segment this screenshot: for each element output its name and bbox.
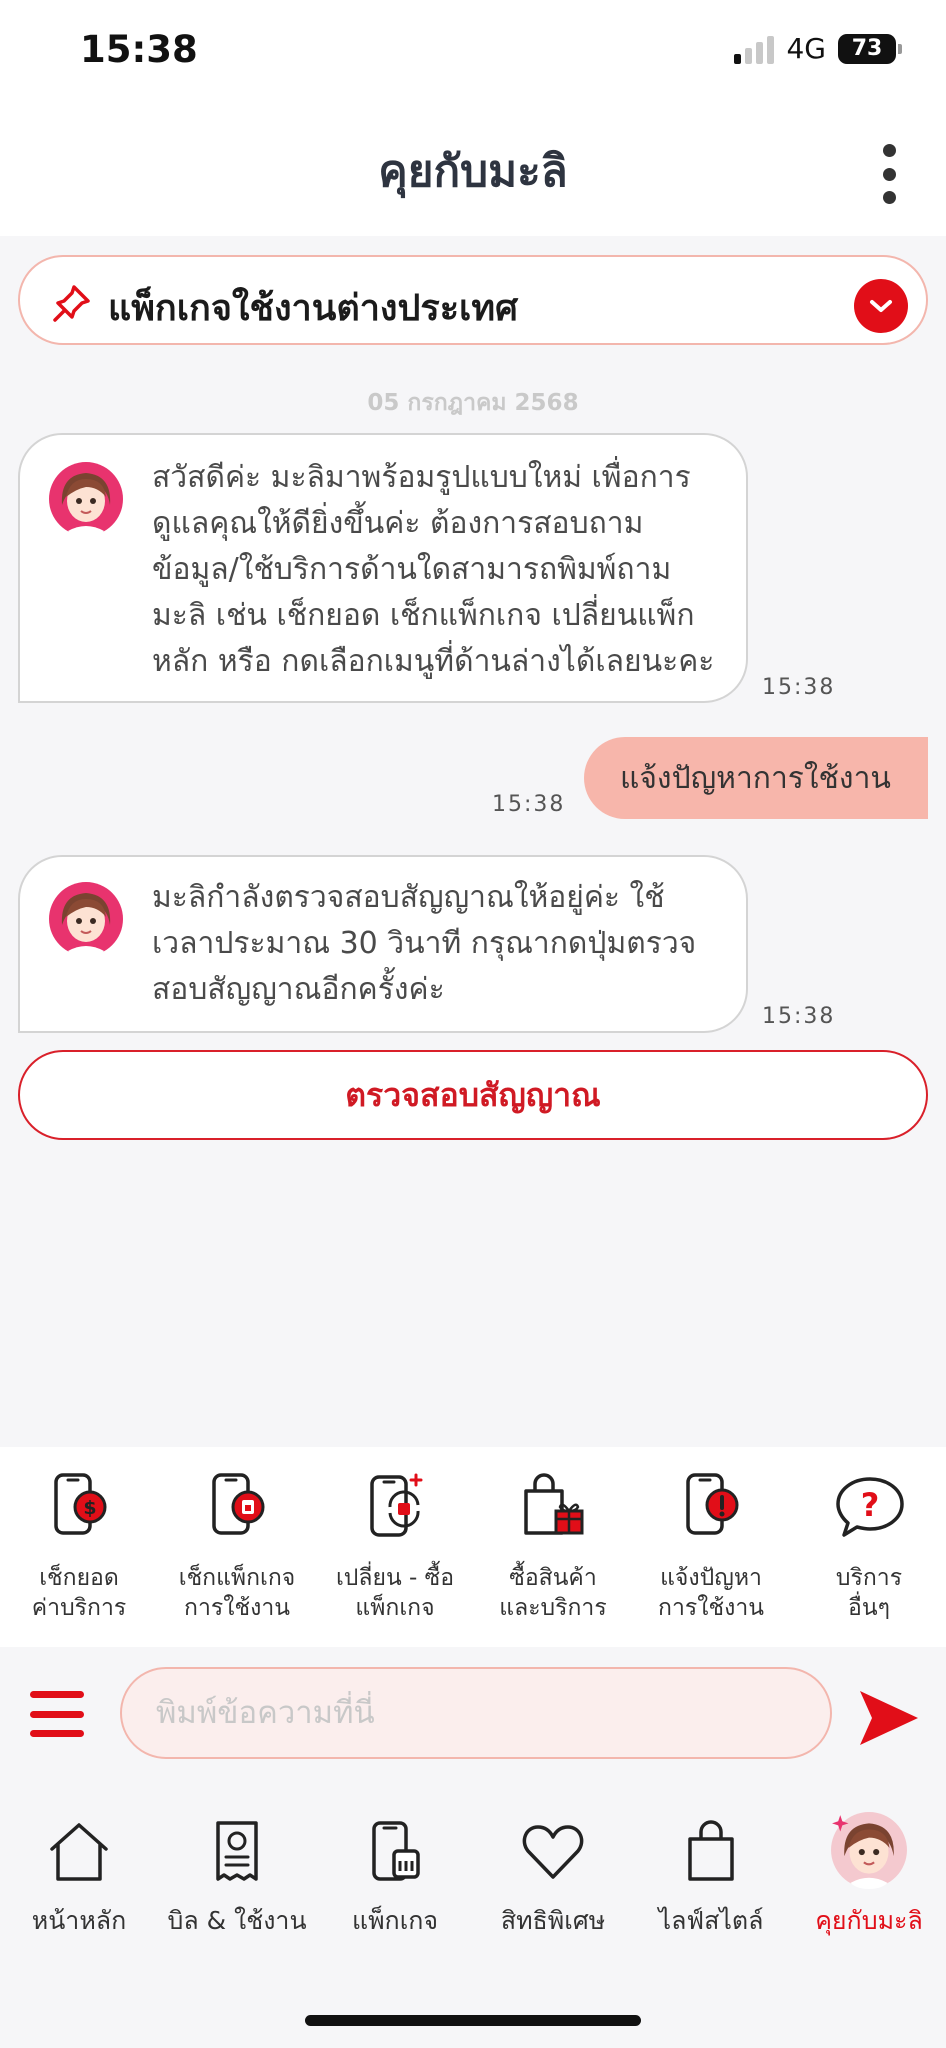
- phone-alert-icon: [686, 1473, 739, 1535]
- message-line: เวลาประมาณ 30 วินาที กรุณากดปุ่มตรวจ: [152, 926, 697, 961]
- tab-label: แพ็กเกจ: [351, 1906, 439, 1935]
- shopping-bag-icon: [688, 1820, 734, 1881]
- quick-check-package[interactable]: เช็กแพ็กเกจ การใช้งาน: [158, 1447, 316, 1647]
- question-bubble-icon: ?: [836, 1477, 904, 1537]
- tab-label: หน้าหลัก: [31, 1906, 127, 1935]
- home-indicator: [305, 2015, 641, 2026]
- hamburger-icon[interactable]: [30, 1691, 84, 1737]
- bottom-tab-bar: หน้าหลัก บิล & ใช้งาน แพ็กเกจ สิทธิพิเศษ…: [0, 1787, 946, 2048]
- status-indicators: 4G 73: [734, 32, 902, 65]
- message-time: 15:38: [492, 792, 566, 817]
- quick-label: แจ้งปัญหา การใช้งาน: [658, 1565, 764, 1621]
- bot-message: มะลิกำลังตรวจสอบสัญญาณให้อยู่ค่ะ ใช้ เวล…: [18, 855, 748, 1033]
- quick-buy-products[interactable]: ซื้อสินค้า และบริการ: [474, 1447, 632, 1647]
- shopping-gift-icon: [524, 1473, 584, 1535]
- quick-report-problem[interactable]: แจ้งปัญหา การใช้งาน: [632, 1447, 790, 1647]
- phone-package-icon: [212, 1473, 265, 1535]
- message-line: ดูแลคุณให้ดียิ่งขึ้นค่ะ ต้องการสอบถาม: [152, 506, 644, 541]
- mali-avatar-icon: [49, 882, 123, 957]
- quick-label: บริการ อื่นๆ: [835, 1565, 903, 1621]
- message-input[interactable]: [120, 1667, 832, 1759]
- tab-lifestyle[interactable]: ไลฟ์สไตล์: [632, 1787, 790, 1937]
- bot-message: สวัสดีค่ะ มะลิมาพร้อมรูปแบบใหม่ เพื่อการ…: [18, 433, 748, 703]
- tab-label: บิล & ใช้งาน: [167, 1906, 307, 1935]
- tab-bill-usage[interactable]: บิล & ใช้งาน: [158, 1787, 316, 1937]
- home-icon: [50, 1823, 108, 1881]
- tab-label: สิทธิพิเศษ: [500, 1906, 606, 1935]
- message-time: 15:38: [762, 1004, 836, 1029]
- message-line: ข้อมูล/ใช้บริการด้านใดสามารถพิมพ์ถาม: [152, 552, 672, 587]
- quick-label: เช็กยอด ค่าบริการ: [31, 1565, 127, 1621]
- pinned-topic-label: แพ็กเกจใช้งานต่างประเทศ: [108, 288, 518, 329]
- message-line: หลัก หรือ กดเลือกเมนูที่ด้านล่างได้เลยนะ…: [152, 644, 715, 679]
- message-composer: [0, 1647, 946, 1787]
- mali-avatar-icon: [49, 462, 123, 537]
- quick-other-services[interactable]: ? บริการ อื่นๆ: [790, 1447, 946, 1647]
- chat-header: คุยกับมะลิ: [0, 100, 946, 236]
- user-message: แจ้งปัญหาการใช้งาน: [584, 737, 928, 819]
- message-line: สวัสดีค่ะ มะลิมาพร้อมรูปแบบใหม่ เพื่อการ: [152, 460, 691, 495]
- more-vertical-icon[interactable]: [874, 144, 904, 204]
- quick-check-balance[interactable]: $ เช็กยอด ค่าบริการ: [0, 1447, 158, 1647]
- svg-text:$: $: [83, 1497, 96, 1519]
- page-title: คุยกับมะลิ: [378, 146, 568, 197]
- battery-icon: 73: [838, 33, 902, 64]
- quick-menu: $ เช็กยอด ค่าบริการ เช็กแพ็กเกจ การใช้งาน …: [0, 1447, 946, 1647]
- bill-icon: [216, 1821, 258, 1881]
- pinned-topic-bar[interactable]: แพ็กเกจใช้งานต่างประเทศ: [18, 255, 928, 345]
- phone-balance-icon: $: [54, 1473, 107, 1535]
- quick-label: ซื้อสินค้า และบริการ: [499, 1565, 607, 1621]
- tab-chat-mali[interactable]: คุยกับมะลิ: [790, 1787, 946, 1937]
- quick-label: เปลี่ยน - ซื้อ แพ็กเกจ: [335, 1565, 455, 1621]
- package-icon: [372, 1821, 420, 1881]
- send-icon[interactable]: [856, 1687, 922, 1749]
- quick-label: เช็กแพ็กเกจ การใช้งาน: [178, 1565, 296, 1621]
- network-type: 4G: [786, 32, 826, 65]
- heart-icon: [522, 1825, 584, 1879]
- message-line: มะลิ เช่น เช็กยอด เช็กแพ็กเกจ เปลี่ยนแพ็…: [152, 598, 695, 633]
- tab-label: ไลฟ์สไตล์: [658, 1906, 764, 1935]
- quick-change-package[interactable]: เปลี่ยน - ซื้อ แพ็กเกจ: [316, 1447, 474, 1647]
- status-time: 15:38: [80, 28, 198, 71]
- message-line: มะลิกำลังตรวจสอบสัญญาณให้อยู่ค่ะ ใช้: [152, 880, 665, 915]
- message-line: สอบสัญญาณอีกครั้งค่ะ: [152, 972, 445, 1007]
- chevron-down-icon[interactable]: [854, 279, 908, 333]
- svg-text:?: ?: [861, 1486, 880, 1524]
- mali-avatar-icon: [831, 1812, 907, 1889]
- signal-icon: [734, 34, 775, 64]
- date-separator: 05 กรกฎาคม 2568: [367, 390, 579, 416]
- tab-label: คุยกับมะลิ: [815, 1906, 923, 1935]
- tab-home[interactable]: หน้าหลัก: [0, 1787, 158, 1937]
- bot-message-text: สวัสดีค่ะ มะลิมาพร้อมรูปแบบใหม่ เพื่อการ…: [152, 455, 716, 685]
- tab-package[interactable]: แพ็กเกจ: [316, 1787, 474, 1937]
- tab-privileges[interactable]: สิทธิพิเศษ: [474, 1787, 632, 1937]
- message-time: 15:38: [762, 675, 836, 700]
- bot-message-text: มะลิกำลังตรวจสอบสัญญาณให้อยู่ค่ะ ใช้ เวล…: [152, 875, 716, 1013]
- pin-icon: [53, 285, 90, 322]
- phone-swap-icon: [370, 1473, 423, 1537]
- check-signal-button[interactable]: ตรวจสอบสัญญาณ: [18, 1050, 928, 1140]
- status-bar: 15:38 4G 73: [0, 0, 946, 100]
